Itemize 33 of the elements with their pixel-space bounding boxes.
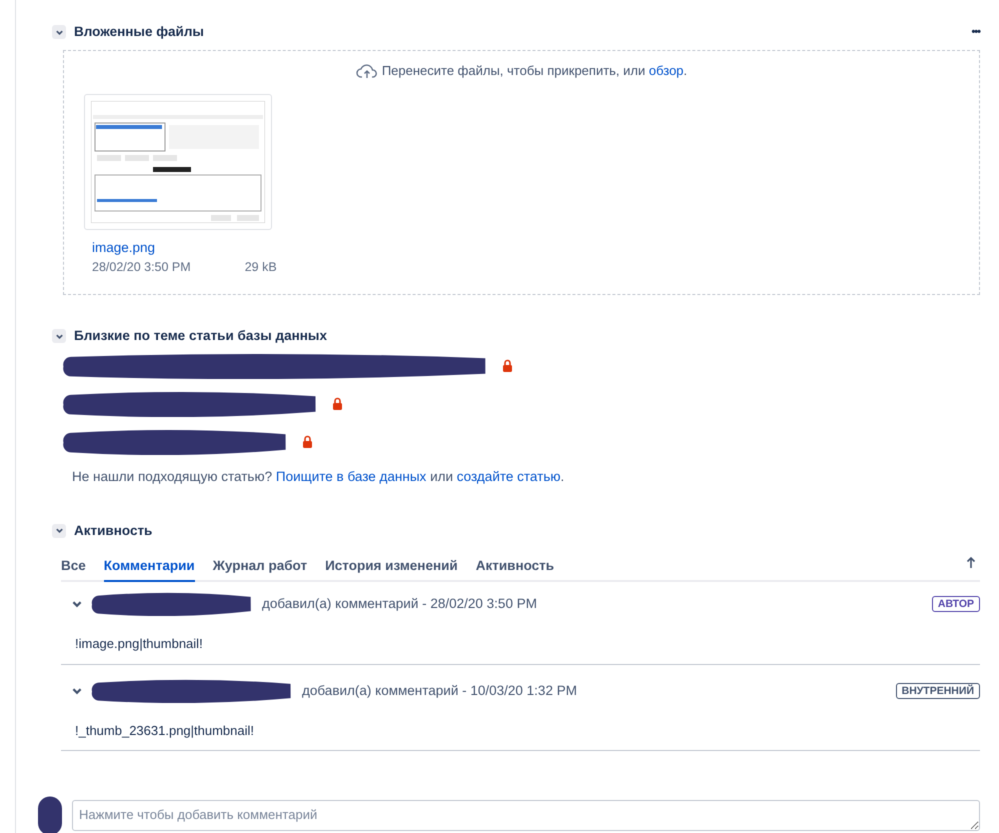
sort-arrow-icon[interactable] [966, 556, 976, 570]
file-date: 28/02/20 3:50 PM [92, 259, 191, 276]
related-footer-text: Не нашли подходящую статью? Поищите в базе данных или создайте статью. [72, 468, 566, 486]
comment-badge: ВНУТРЕННИЙ [896, 682, 980, 699]
file-name-link[interactable]: image.png [92, 238, 959, 258]
upload-icon [356, 63, 378, 79]
comment-body: !image.png|thumbnail! [75, 635, 204, 654]
tab[interactable]: Журнал работ [212, 550, 308, 582]
tab[interactable]: История изменений [325, 550, 458, 582]
browse-link[interactable]: обзор [648, 63, 684, 78]
comment-body: !_thumb_23631.png|thumbnail! [75, 722, 256, 740]
chevron-down-icon [54, 526, 64, 536]
file-size: 29 kB [244, 259, 277, 276]
comment-meta: добавил(а) комментарий - 28/02/20 3:50 PM [262, 595, 537, 614]
chevron-down-icon [54, 28, 64, 37]
comment-meta: добавил(а) комментарий - 10/03/20 1:32 PM [302, 682, 577, 700]
collapse-toggle[interactable] [52, 524, 66, 538]
section-title: Вложенные файлы [74, 23, 204, 41]
create-article-link[interactable]: создайте статью [456, 468, 560, 484]
section-title: Активность [74, 522, 152, 540]
file-thumbnail[interactable] [84, 94, 272, 230]
dropzone-text: Перенесите файлы, чтобы прикрепить, или обзор. [382, 62, 688, 80]
tab[interactable]: Активность [476, 550, 554, 582]
comment-badge: АВТОР [932, 596, 980, 612]
chevron-down-icon [54, 332, 64, 341]
tab[interactable]: Комментарии [104, 550, 195, 582]
collapse-toggle[interactable] [52, 329, 66, 344]
comment-field[interactable]: Нажмите чтобы добавить комментарий [72, 800, 980, 831]
more-button[interactable]: ••• [971, 24, 980, 40]
section-title: Близкие по теме статьи базы данных [74, 327, 327, 346]
tab[interactable]: Все [61, 550, 86, 582]
collapse-toggle[interactable] [52, 25, 66, 40]
search-link[interactable]: Поищите в базе данных [276, 468, 426, 484]
